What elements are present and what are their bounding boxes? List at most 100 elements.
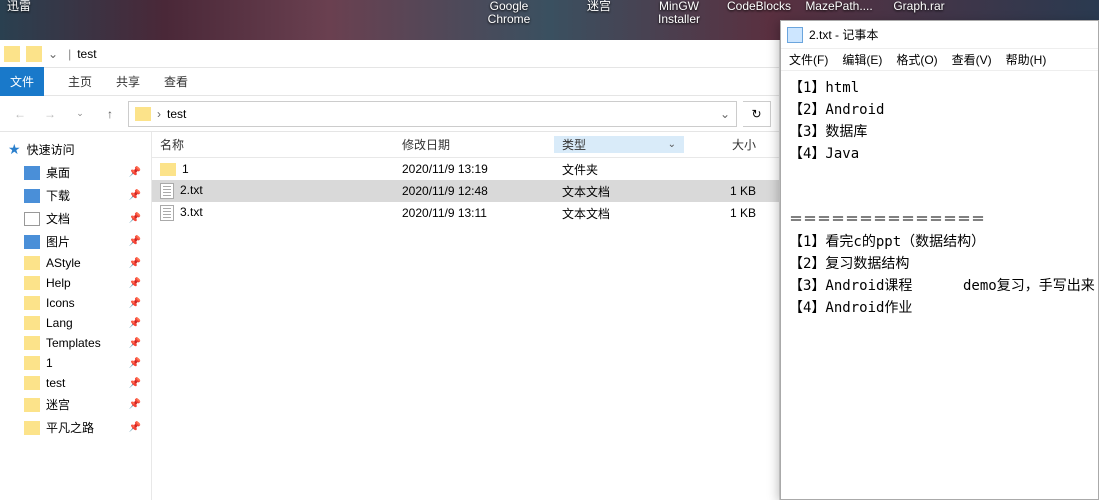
file-list-pane: 名称 修改日期 类型 ⌄ 大小 12020/11/9 13:19文件夹2.txt… xyxy=(152,132,779,500)
desktop-icon[interactable]: 迷宫 xyxy=(560,0,638,13)
file-row[interactable]: 2.txt 2020/11/9 12:48文本文档1 KB xyxy=(152,180,779,202)
ribbon-tab-file[interactable]: 文件 xyxy=(0,67,44,96)
menu-file[interactable]: 文件(F) xyxy=(789,51,828,68)
sidebar-item[interactable]: Templates📌 xyxy=(0,333,151,353)
nav-history-dropdown[interactable]: ⌄ xyxy=(68,102,92,126)
titlebar-separator: | xyxy=(68,47,71,61)
explorer-titlebar[interactable]: ⌄ | test xyxy=(0,40,779,68)
sidebar-item-label: 迷宫 xyxy=(46,396,70,413)
notepad-title: 2.txt - 记事本 xyxy=(809,26,878,43)
refresh-button[interactable]: ↻ xyxy=(743,101,771,127)
notepad-text-area[interactable]: 【1】html 【2】Android 【3】数据库 【4】Java ＝＝＝＝＝＝… xyxy=(781,71,1098,499)
desktop-icon[interactable]: Graph.rar xyxy=(880,0,958,13)
nav-up-button[interactable]: ↑ xyxy=(98,102,122,126)
desktop-icon[interactable]: 迅雷 xyxy=(0,0,58,13)
sidebar-item-label: test xyxy=(46,376,65,390)
explorer-window: ⌄ | test 文件 主页 共享 查看 ← → ⌄ ↑ › test ⌄ ↻ … xyxy=(0,40,780,500)
file-name: 2.txt xyxy=(180,183,203,197)
pin-icon: 📌 xyxy=(129,278,141,289)
address-bar[interactable]: › test ⌄ xyxy=(128,101,737,127)
pin-icon: 📌 xyxy=(129,399,141,410)
notepad-titlebar[interactable]: 2.txt - 记事本 xyxy=(781,21,1098,49)
pin-icon: 📌 xyxy=(129,167,141,178)
menu-help[interactable]: 帮助(H) xyxy=(1006,51,1047,68)
ribbon-tab-share[interactable]: 共享 xyxy=(116,73,140,90)
sidebar-item[interactable]: Help📌 xyxy=(0,273,151,293)
folder-icon xyxy=(24,189,40,203)
sidebar-item[interactable]: 1📌 xyxy=(0,353,151,373)
menu-format[interactable]: 格式(O) xyxy=(896,51,937,68)
folder-icon xyxy=(24,336,40,350)
file-size: 1 KB xyxy=(684,184,764,198)
ribbon-tab-home[interactable]: 主页 xyxy=(68,73,92,90)
ribbon-tab-view[interactable]: 查看 xyxy=(164,73,188,90)
file-type: 文本文档 xyxy=(554,205,684,222)
col-name[interactable]: 名称 xyxy=(152,136,394,153)
column-headers: 名称 修改日期 类型 ⌄ 大小 xyxy=(152,132,779,158)
folder-icon xyxy=(24,356,40,370)
sort-dropdown-icon: ⌄ xyxy=(668,139,676,150)
notepad-window: 2.txt - 记事本 文件(F) 编辑(E) 格式(O) 查看(V) 帮助(H… xyxy=(780,20,1099,500)
nav-back-button[interactable]: ← xyxy=(8,102,32,126)
folder-icon xyxy=(24,421,40,435)
sidebar-item[interactable]: 下载📌 xyxy=(0,184,151,207)
pin-icon: 📌 xyxy=(129,422,141,433)
sidebar-item[interactable]: 桌面 📌 xyxy=(0,161,151,184)
sidebar-item-label: 桌面 xyxy=(46,164,70,181)
sidebar-item[interactable]: Lang 📌 xyxy=(0,313,151,333)
nav-pane: ★ 快速访问 桌面📌下载📌文档📌图片📌AStyle📌Help📌Icons📌Lan… xyxy=(0,132,152,500)
folder-icon xyxy=(160,163,176,176)
col-date[interactable]: 修改日期 xyxy=(394,136,554,153)
address-bar-row: ← → ⌄ ↑ › test ⌄ ↻ xyxy=(0,96,779,132)
text-file-icon xyxy=(160,205,174,221)
folder-icon xyxy=(24,235,40,249)
desktop-icon[interactable]: MinGWInstaller xyxy=(640,0,718,26)
quick-access-label: 快速访问 xyxy=(27,141,75,158)
folder-icon xyxy=(24,276,40,290)
breadcrumb-folder[interactable]: test xyxy=(167,107,186,121)
folder-icon xyxy=(24,376,40,390)
file-row[interactable]: 12020/11/9 13:19文件夹 xyxy=(152,158,779,180)
sidebar-item[interactable]: Icons📌 xyxy=(0,293,151,313)
sidebar-item[interactable]: 图片📌 xyxy=(0,230,151,253)
breadcrumb-chevron-icon[interactable]: › xyxy=(157,107,161,121)
pin-icon: 📌 xyxy=(129,318,141,329)
sidebar-item[interactable]: 平凡之路 📌 xyxy=(0,416,151,439)
sidebar-item-label: AStyle xyxy=(46,256,81,270)
col-type[interactable]: 类型 ⌄ xyxy=(554,136,684,153)
titlebar-overflow-icon[interactable]: ⌄ xyxy=(48,47,58,61)
file-type: 文本文档 xyxy=(554,183,684,200)
sidebar-item[interactable]: 文档📌 xyxy=(0,207,151,230)
desktop-icon[interactable]: GoogleChrome xyxy=(470,0,548,26)
sidebar-item[interactable]: test📌 xyxy=(0,373,151,393)
pin-icon: 📌 xyxy=(129,258,141,269)
file-date: 2020/11/9 12:48 xyxy=(394,184,554,198)
folder-icon xyxy=(4,46,20,62)
pin-icon: 📌 xyxy=(129,190,141,201)
address-dropdown-icon[interactable]: ⌄ xyxy=(720,107,730,121)
pin-icon: 📌 xyxy=(129,338,141,349)
desktop-icon[interactable]: CodeBlocks xyxy=(720,0,798,13)
col-size[interactable]: 大小 xyxy=(684,136,764,153)
file-date: 2020/11/9 13:19 xyxy=(394,162,554,176)
file-name: 1 xyxy=(182,162,189,176)
sidebar-item[interactable]: AStyle 📌 xyxy=(0,253,151,273)
file-name: 3.txt xyxy=(180,205,203,219)
sidebar-item-label: 平凡之路 xyxy=(46,419,94,436)
folder-icon xyxy=(24,256,40,270)
nav-forward-button[interactable]: → xyxy=(38,102,62,126)
file-row[interactable]: 3.txt2020/11/9 13:11文本文档1 KB xyxy=(152,202,779,224)
menu-edit[interactable]: 编辑(E) xyxy=(842,51,882,68)
text-file-icon xyxy=(160,183,174,199)
pin-icon: 📌 xyxy=(129,236,141,247)
pin-icon: 📌 xyxy=(129,298,141,309)
desktop-icon[interactable]: MazePath.... xyxy=(800,0,878,13)
ribbon-tabs: 文件 主页 共享 查看 xyxy=(0,68,779,96)
notepad-menubar: 文件(F) 编辑(E) 格式(O) 查看(V) 帮助(H) xyxy=(781,49,1098,71)
star-icon: ★ xyxy=(8,141,21,158)
sidebar-item-label: Lang xyxy=(46,316,73,330)
quick-access-header[interactable]: ★ 快速访问 xyxy=(0,138,151,161)
pin-icon: 📌 xyxy=(129,358,141,369)
menu-view[interactable]: 查看(V) xyxy=(952,51,992,68)
sidebar-item[interactable]: 迷宫 📌 xyxy=(0,393,151,416)
